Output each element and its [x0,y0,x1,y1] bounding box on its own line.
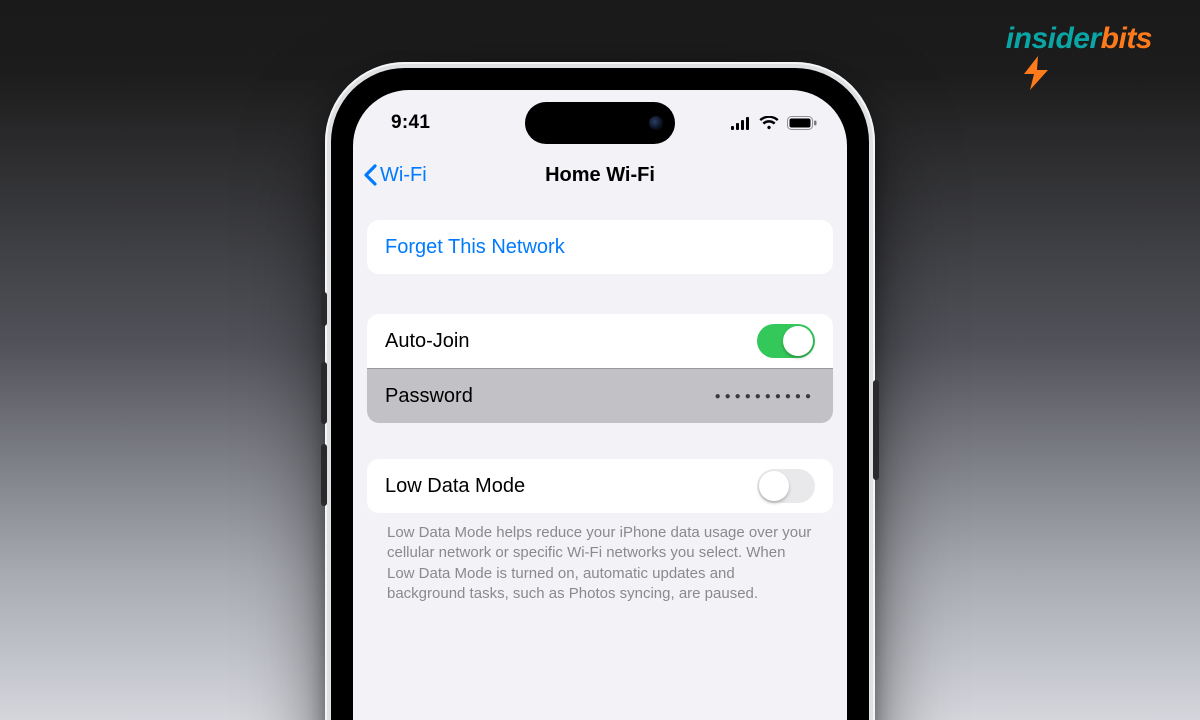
low-data-mode-toggle[interactable] [757,469,815,503]
cellular-signal-icon [731,117,751,130]
dynamic-island [525,102,675,144]
low-data-mode-label: Low Data Mode [385,475,525,498]
power-button[interactable] [873,380,879,480]
status-time: 9:41 [391,108,430,134]
settings-content: Forget This Network Auto-Join Password ●… [353,198,847,604]
password-value-masked: ●●●●●●●●●● [715,391,815,402]
wifi-icon [759,116,779,130]
volume-down-button[interactable] [321,444,327,506]
low-data-mode-row[interactable]: Low Data Mode [367,459,833,513]
chevron-left-icon [363,164,378,186]
auto-join-label: Auto-Join [385,330,470,353]
phone-bezel: 9:41 [331,68,869,720]
volume-up-button[interactable] [321,362,327,424]
brand-logo: insiderbits [1006,24,1152,54]
battery-icon [787,116,817,130]
page-stage: insiderbits 9:41 [0,0,1200,720]
mute-switch[interactable] [321,292,327,326]
page-title: Home Wi-Fi [545,164,655,187]
password-row[interactable]: Password ●●●●●●●●●● [367,368,833,423]
auto-join-row[interactable]: Auto-Join [367,314,833,368]
forget-network-group: Forget This Network [367,220,833,274]
forget-network-label: Forget This Network [385,236,565,259]
network-settings-group: Auto-Join Password ●●●●●●●●●● [367,314,833,423]
back-label: Wi-Fi [380,164,427,187]
auto-join-toggle[interactable] [757,324,815,358]
forget-network-row[interactable]: Forget This Network [367,220,833,274]
phone-screen: 9:41 [353,90,847,720]
navigation-bar: Wi-Fi Home Wi-Fi [353,152,847,198]
password-label: Password [385,385,473,408]
status-icons [731,112,817,130]
brand-text-part2: bits [1101,22,1152,55]
lightning-bolt-icon [1022,56,1050,90]
back-button[interactable]: Wi-Fi [363,152,427,198]
low-data-mode-group: Low Data Mode [367,459,833,513]
phone-frame: 9:41 [325,62,875,720]
low-data-mode-description: Low Data Mode helps reduce your iPhone d… [367,513,833,604]
brand-text-part1: insider [1006,22,1101,55]
